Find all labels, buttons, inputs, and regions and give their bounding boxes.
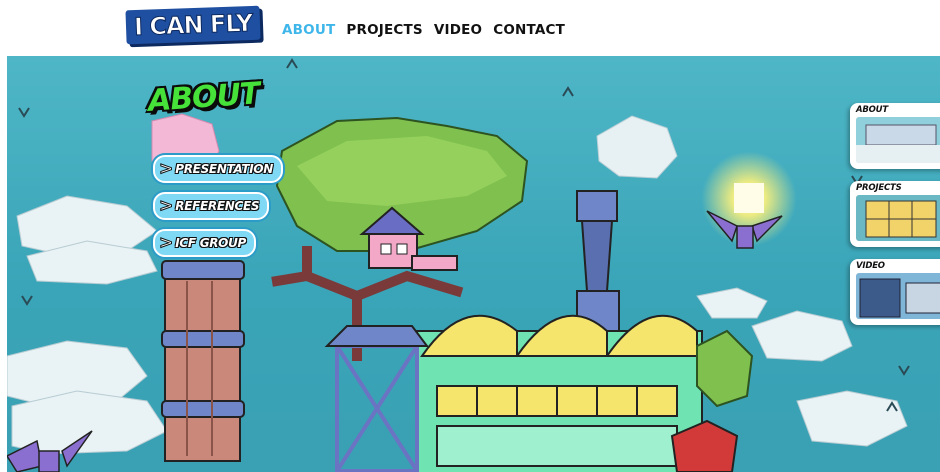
side-card-title: PROJECTS <box>856 183 902 193</box>
about-thumbnail <box>856 117 940 163</box>
factory <box>416 314 703 472</box>
nav-contact[interactable]: CONTACT <box>493 22 565 38</box>
presentation-label: PRESENTATION <box>175 162 274 176</box>
sun <box>734 183 764 213</box>
icf-group-label: ICF GROUP <box>175 236 247 250</box>
references-label: REFERENCES <box>175 199 260 213</box>
scene-artwork <box>7 58 910 472</box>
video-thumbnail <box>856 273 940 319</box>
treehouse <box>368 233 418 269</box>
scaffold <box>335 344 419 472</box>
nav-projects[interactable]: PROJECTS <box>346 22 422 38</box>
nav-about[interactable]: ABOUT <box>282 22 335 38</box>
steam-cloud <box>596 115 678 179</box>
side-card-projects[interactable]: PROJECTS <box>850 181 940 247</box>
bush <box>696 329 754 408</box>
chevron-right-icon: > <box>158 195 174 216</box>
icf-group-button[interactable]: > ICF GROUP <box>153 229 257 257</box>
logo-text: I CAN FLY <box>133 8 253 42</box>
side-card-title: ABOUT <box>856 105 888 115</box>
nav-video[interactable]: VIDEO <box>434 22 482 38</box>
water-tower <box>161 260 245 462</box>
side-card-about[interactable]: ABOUT <box>850 103 940 169</box>
hero-illustration: ABOUT > PRESENTATION > REFERENCES > ICF … <box>7 56 940 472</box>
site-logo[interactable]: I CAN FLY <box>125 5 261 45</box>
side-card-video[interactable]: VIDEO <box>850 259 940 325</box>
references-button[interactable]: > REFERENCES <box>153 192 270 220</box>
clouds-left <box>7 195 168 455</box>
projects-thumbnail <box>856 195 940 241</box>
side-card-title: VIDEO <box>856 261 885 271</box>
chevron-right-icon: > <box>158 158 174 179</box>
presentation-button[interactable]: > PRESENTATION <box>153 155 284 183</box>
main-nav: ABOUT PROJECTS VIDEO CONTACT <box>282 22 565 38</box>
chevron-right-icon: > <box>158 232 174 253</box>
site-header: I CAN FLY ABOUT PROJECTS VIDEO CONTACT <box>0 0 940 56</box>
